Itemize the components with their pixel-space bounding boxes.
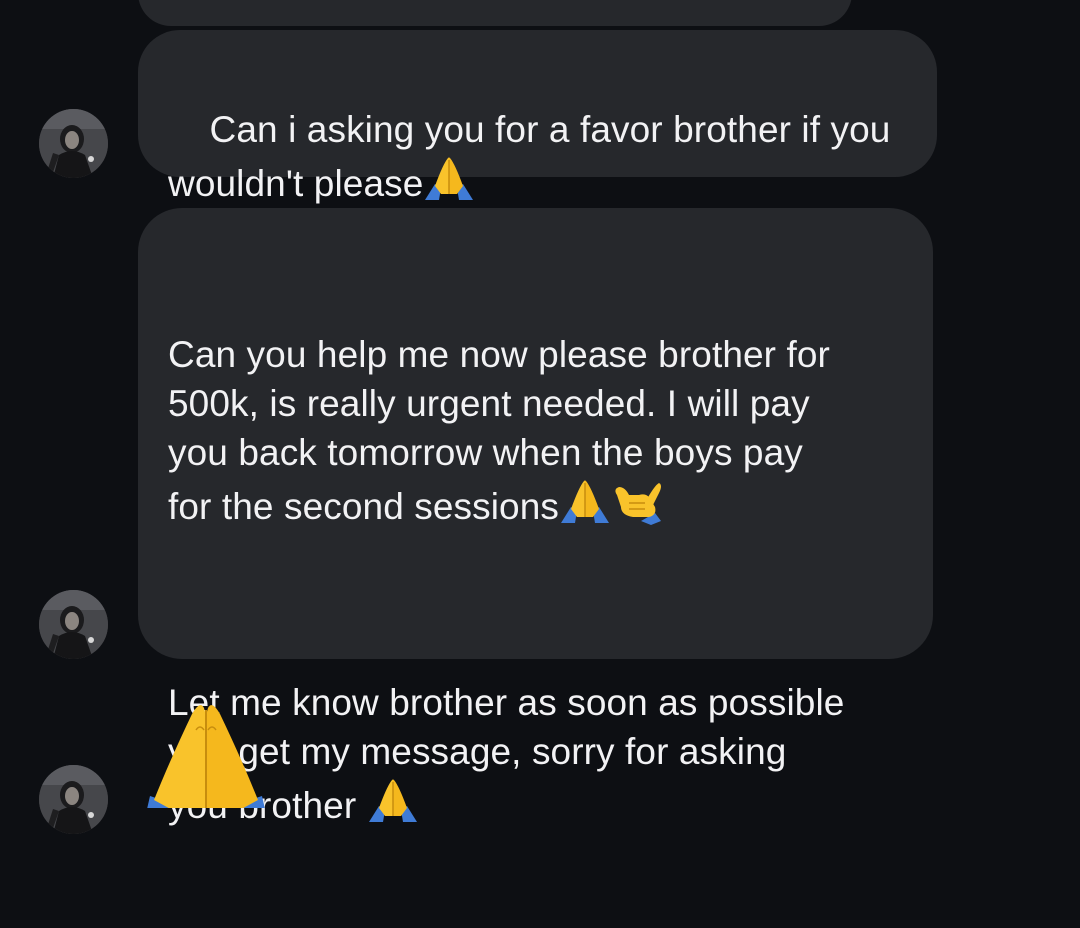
avatar-photo-icon: [39, 109, 108, 178]
call-me-hand-icon: [615, 483, 662, 525]
avatar-photo-icon: [39, 765, 108, 834]
previous-message-bubble[interactable]: [138, 0, 852, 26]
message-paragraph: Can you help me now please brother for 5…: [168, 330, 903, 531]
message-bubble[interactable]: Can you help me now please brother for 5…: [138, 208, 933, 826]
chat-thread: Can i asking you for a favor brother if …: [0, 0, 1080, 834]
avatar-photo-icon: [39, 590, 108, 659]
emoji-message[interactable]: [140, 700, 272, 808]
folded-hands-icon: [368, 779, 417, 822]
sender-avatar[interactable]: [39, 590, 108, 659]
message-bubble[interactable]: Can i asking you for a favor brother if …: [138, 30, 937, 204]
folded-hands-icon: [561, 480, 610, 523]
sender-avatar[interactable]: [39, 765, 108, 834]
folded-hands-icon: [147, 705, 265, 808]
message-paragraph: Let me know brother as soon as possible …: [168, 678, 903, 830]
message-text: Can i asking you for a favor brother if …: [168, 109, 891, 204]
folded-hands-icon: [425, 157, 474, 200]
message-text: Can you help me now please brother for 5…: [168, 334, 830, 527]
sender-avatar[interactable]: [39, 109, 108, 178]
